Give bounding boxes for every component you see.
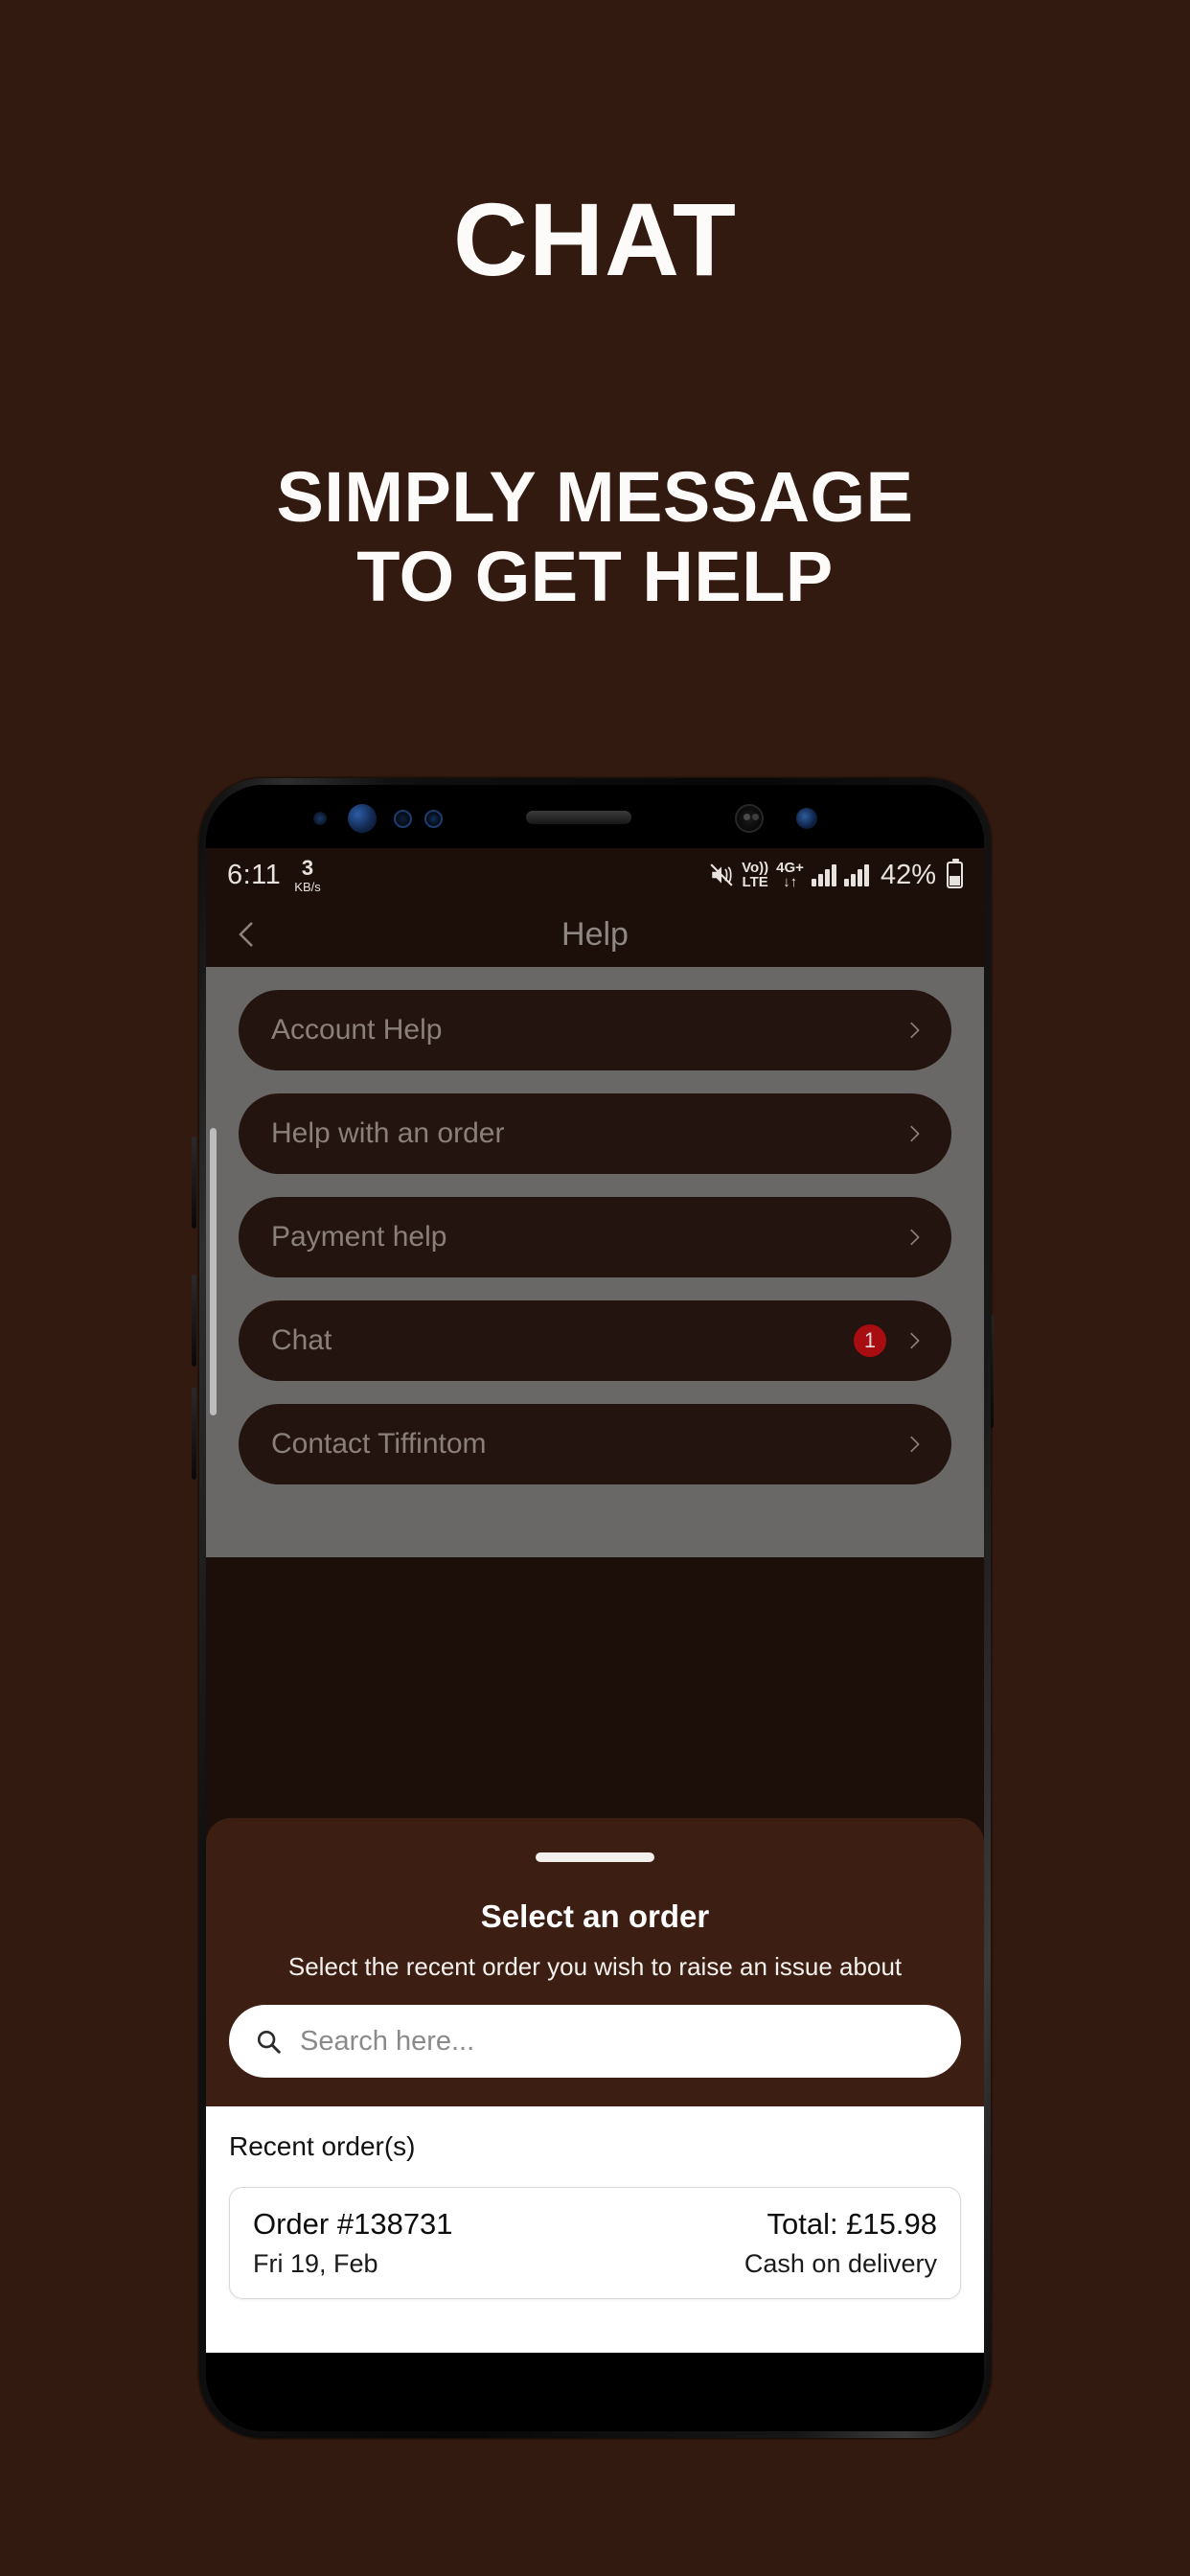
signal-bars-sim1-icon (811, 863, 836, 886)
volte-line-1: Vo)) (742, 860, 769, 876)
help-row-trailing (904, 1020, 925, 1041)
search-input-placeholder[interactable]: Search here... (300, 2026, 474, 2058)
data-type-label: 4G+ (776, 860, 804, 876)
sheet-subtitle: Select the recent order you wish to rais… (287, 1952, 903, 1981)
led-indicator-icon (796, 808, 817, 829)
network-speed-value: 3 (301, 855, 314, 880)
earpiece-speaker-icon (526, 811, 631, 824)
search-bar[interactable]: Search here... (229, 2005, 961, 2078)
help-row-label: Payment help (271, 1221, 447, 1253)
mute-icon (710, 863, 733, 886)
battery-percent-label: 42% (880, 859, 936, 890)
help-options-list: Account Help Help with an order Payment … (206, 967, 984, 1557)
data-type-indicator: 4G+ ↓↑ (776, 861, 804, 889)
volume-down-button[interactable] (192, 1275, 196, 1367)
status-bar: 6:11 3 KB/s Vo)) LTE 4G+ ↓↑ 42% (206, 848, 984, 902)
phone-device-frame: 6:11 3 KB/s Vo)) LTE 4G+ ↓↑ 42% Help Acc… (199, 778, 991, 2438)
battery-icon (947, 859, 963, 888)
help-row-trailing: 1 (854, 1324, 925, 1357)
chevron-right-icon (910, 1332, 920, 1349)
status-bar-right-cluster: Vo)) LTE 4G+ ↓↑ 42% (709, 859, 963, 891)
app-screen: 6:11 3 KB/s Vo)) LTE 4G+ ↓↑ 42% Help Acc… (206, 848, 984, 2366)
select-order-bottom-sheet: Select an order Select the recent order … (206, 1818, 984, 2366)
sheet-drag-handle[interactable] (536, 1852, 654, 1862)
iris-sensor-icon (394, 810, 412, 828)
volte-indicator: Vo)) LTE (742, 861, 768, 889)
chat-unread-badge: 1 (854, 1324, 886, 1357)
order-card-right: Total: £15.98 Cash on delivery (744, 2207, 937, 2279)
app-bar-title: Help (561, 915, 629, 953)
secondary-camera-icon (735, 804, 764, 833)
back-chevron-icon[interactable] (231, 918, 263, 951)
help-row-label: Chat (271, 1324, 332, 1356)
recent-orders-header: Recent order(s) (229, 2131, 416, 2161)
page-subtitle-line-2: TO GET HELP (356, 536, 834, 616)
help-row-trailing (904, 1434, 925, 1455)
status-bar-network-speed: 3 KB/s (294, 855, 321, 894)
phone-screen-container: 6:11 3 KB/s Vo)) LTE 4G+ ↓↑ 42% Help Acc… (206, 785, 984, 2431)
help-row-contact-tiffintom[interactable]: Contact Tiffintom (239, 1404, 951, 1484)
bixby-button[interactable] (192, 1388, 196, 1480)
phone-top-bezel (206, 785, 984, 848)
promo-page: CHAT SIMPLY MESSAGE TO GET HELP 6:11 3 K… (0, 0, 1190, 2576)
network-speed-unit: KB/s (294, 879, 321, 894)
scrollbar-thumb[interactable] (210, 1128, 217, 1415)
help-row-payment-help[interactable]: Payment help (239, 1197, 951, 1277)
chevron-right-icon (910, 1436, 920, 1453)
data-arrows-icon: ↓↑ (783, 874, 798, 890)
help-row-trailing (904, 1123, 925, 1144)
chevron-right-icon (910, 1022, 920, 1039)
volume-up-button[interactable] (192, 1137, 196, 1229)
chevron-right-icon (910, 1125, 920, 1142)
page-subtitle-line-1: SIMPLY MESSAGE (276, 457, 914, 537)
recent-orders-section: Recent order(s) Order #138731 Fri 19, Fe… (206, 2106, 984, 2366)
light-sensor-icon (424, 810, 443, 828)
order-date-label: Fri 19, Feb (253, 2249, 378, 2278)
volte-line-2: LTE (742, 874, 768, 890)
help-row-account-help[interactable]: Account Help (239, 990, 951, 1070)
front-camera-icon (348, 804, 377, 833)
order-card-left: Order #138731 Fri 19, Feb (253, 2207, 453, 2279)
sheet-title: Select an order (480, 1898, 710, 1934)
phone-bottom-bezel (206, 2353, 984, 2431)
help-row-label: Help with an order (271, 1117, 505, 1149)
page-title: CHAT (453, 181, 737, 297)
signal-bars-sim2-icon (843, 863, 869, 886)
help-row-label: Account Help (271, 1014, 443, 1046)
search-icon (257, 2030, 281, 2054)
chevron-right-icon (910, 1229, 920, 1246)
help-row-trailing (904, 1227, 925, 1248)
help-row-chat[interactable]: Chat 1 (239, 1300, 951, 1381)
order-list-item[interactable]: Order #138731 Fri 19, Feb Total: £15.98 … (229, 2187, 961, 2299)
app-bar: Help (206, 902, 984, 967)
help-row-label: Contact Tiffintom (271, 1428, 487, 1460)
help-row-help-with-an-order[interactable]: Help with an order (239, 1093, 951, 1174)
status-bar-time: 6:11 (227, 859, 282, 890)
order-total-label: Total: £15.98 (767, 2207, 937, 2241)
order-id-label: Order #138731 (253, 2207, 453, 2241)
order-payment-label: Cash on delivery (744, 2249, 937, 2278)
page-subtitle: SIMPLY MESSAGE TO GET HELP (0, 457, 1190, 617)
proximity-sensor-icon (313, 812, 327, 825)
